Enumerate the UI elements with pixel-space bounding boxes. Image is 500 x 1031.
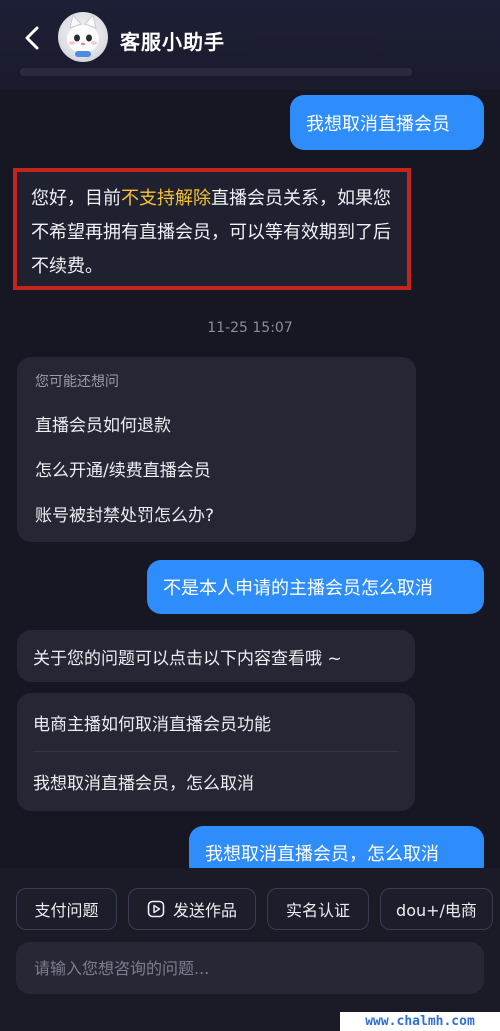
message-text: 关于您的问题可以点击以下内容查看哦 ~ bbox=[33, 648, 342, 669]
message-text: 我想取消直播会员，怎么取消 bbox=[205, 844, 439, 865]
help-links-card: 电商主播如何取消直播会员功能 我想取消直播会员，怎么取消 bbox=[17, 693, 415, 811]
suggestion-item[interactable]: 账号被封禁处罚怎么办? bbox=[35, 501, 398, 526]
user-message-bubble: 我想取消直播会员 bbox=[290, 95, 484, 150]
chip-label: dou+/电商 bbox=[396, 901, 477, 920]
back-button[interactable] bbox=[16, 22, 48, 54]
answer-highlight-text: 不支持解除 bbox=[121, 188, 211, 209]
assistant-avatar[interactable] bbox=[58, 12, 108, 62]
chevron-left-icon bbox=[25, 26, 39, 50]
suggested-questions-card: 您可能还想问 直播会员如何退款 怎么开通/续费直播会员 账号被封禁处罚怎么办? bbox=[17, 357, 416, 542]
quick-action-dou-plus[interactable]: dou+/电商 bbox=[380, 888, 493, 930]
quick-action-real-name[interactable]: 实名认证 bbox=[267, 888, 369, 930]
quick-action-payment[interactable]: 支付问题 bbox=[16, 888, 117, 930]
chip-label: 实名认证 bbox=[285, 901, 350, 920]
message-text: 不是本人申请的主播会员怎么取消 bbox=[163, 578, 433, 599]
suggestions-title: 您可能还想问 bbox=[35, 374, 119, 390]
help-link-item[interactable]: 电商主播如何取消直播会员功能 bbox=[33, 693, 399, 751]
site-watermark: www.chalmh.com bbox=[340, 1012, 500, 1031]
chip-label: 支付问题 bbox=[34, 901, 99, 920]
cat-mascot-icon bbox=[67, 13, 99, 57]
chip-label: 发送作品 bbox=[172, 901, 237, 920]
suggestion-item[interactable]: 直播会员如何退款 bbox=[35, 411, 398, 436]
page-title: 客服小助手 bbox=[120, 30, 225, 54]
suggestion-item[interactable]: 怎么开通/续费直播会员 bbox=[35, 456, 398, 481]
assistant-reply-bubble: 关于您的问题可以点击以下内容查看哦 ~ bbox=[17, 630, 415, 682]
video-play-icon bbox=[147, 900, 165, 918]
quick-action-send-work[interactable]: 发送作品 bbox=[128, 888, 256, 930]
assistant-answer-bubble: 您好，目前不支持解除直播会员关系，如果您不希望再拥有直播会员，可以等有效期到了后… bbox=[13, 168, 411, 290]
help-link-item[interactable]: 我想取消直播会员，怎么取消 bbox=[33, 752, 399, 810]
message-timestamp: 11-25 15:07 bbox=[207, 320, 293, 336]
message-input[interactable] bbox=[34, 958, 466, 978]
answer-text-prefix: 您好，目前 bbox=[31, 188, 121, 209]
scroll-edge-divider bbox=[20, 68, 412, 76]
message-input-box[interactable] bbox=[16, 942, 484, 994]
chat-header: 客服小助手 bbox=[0, 0, 500, 78]
message-text: 我想取消直播会员 bbox=[306, 113, 450, 135]
user-message-bubble: 不是本人申请的主播会员怎么取消 bbox=[147, 560, 484, 614]
